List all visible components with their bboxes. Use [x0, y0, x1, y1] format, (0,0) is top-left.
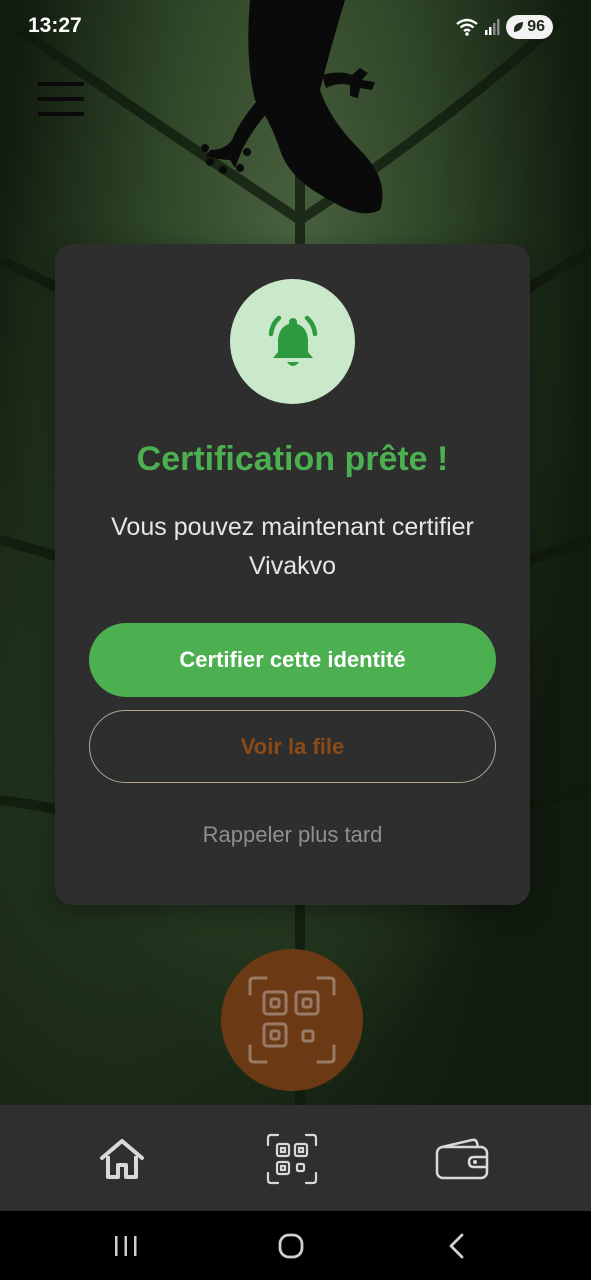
signal-icon — [485, 19, 500, 35]
remind-later-link[interactable]: Rappeler plus tard — [55, 822, 530, 848]
battery-level: 96 — [527, 18, 545, 35]
bottom-navigation — [0, 1105, 591, 1211]
certify-identity-button[interactable]: Certifier cette identité — [89, 623, 496, 697]
battery-indicator: 96 — [506, 15, 553, 39]
nav-wallet[interactable] — [432, 1131, 492, 1187]
home-system-button[interactable] — [271, 1229, 311, 1263]
qr-scan-fab[interactable] — [221, 949, 363, 1091]
bell-icon-container — [230, 279, 355, 404]
status-time: 13:27 — [28, 14, 82, 37]
dialog-message: Vous pouvez maintenant certifier Vivakvo — [111, 513, 474, 580]
wallet-icon — [435, 1138, 489, 1180]
nav-qr-code[interactable] — [262, 1131, 322, 1187]
recent-apps-icon — [115, 1236, 137, 1256]
view-queue-button[interactable]: Voir la file — [89, 710, 496, 783]
home-circle-icon — [278, 1233, 304, 1259]
certification-dialog: Certification prête ! Vous pouvez mainte… — [55, 244, 530, 905]
home-icon — [100, 1139, 144, 1179]
back-icon — [449, 1233, 464, 1259]
status-icons: 96 — [456, 15, 553, 39]
qr-code-icon — [266, 1133, 318, 1185]
bell-ringing-icon — [268, 315, 317, 366]
nav-home[interactable] — [92, 1131, 152, 1187]
back-button[interactable] — [437, 1229, 477, 1263]
system-navigation-bar — [0, 1211, 591, 1280]
leaf-battery-icon — [514, 22, 524, 32]
dialog-title: Certification prête ! — [136, 440, 449, 478]
qr-scan-icon — [248, 976, 336, 1064]
recent-apps-button[interactable] — [106, 1229, 146, 1263]
status-bar: 13:27 96 — [0, 0, 591, 56]
hamburger-menu-icon[interactable] — [38, 82, 84, 116]
wifi-icon — [456, 18, 478, 36]
